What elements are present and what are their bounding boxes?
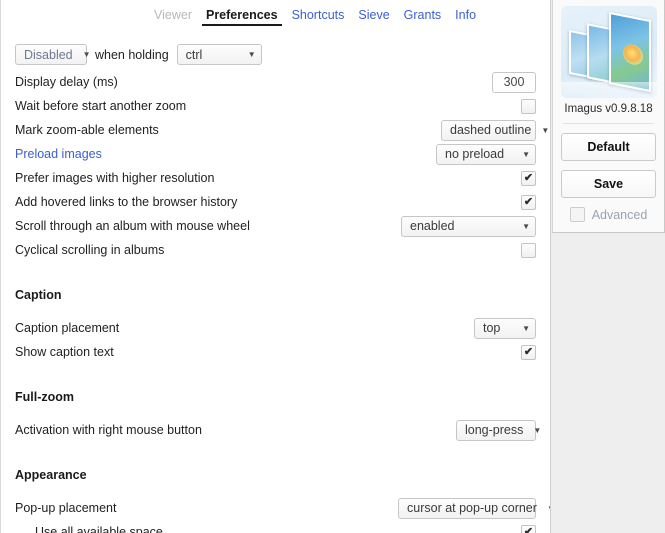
chevron-down-icon: ▼ [522, 221, 530, 231]
preload-images-link[interactable]: Preload images [15, 147, 436, 161]
advanced-toggle-row[interactable]: ✔ Advanced [561, 207, 656, 222]
logo-reflection [561, 82, 657, 98]
default-button[interactable]: Default [561, 133, 656, 161]
setting-label: Scroll through an album with mouse wheel [15, 219, 250, 233]
tab-shortcuts[interactable]: Shortcuts [285, 0, 352, 26]
setting-row-mark-zoomable: Mark zoom-able elements dashed outline ▼ [1, 118, 550, 142]
caption-placement-select[interactable]: top ▼ [474, 317, 536, 339]
preload-images-value: no preload [445, 147, 505, 161]
setting-control: ✔ [521, 98, 536, 114]
setting-control: enabled ▼ [401, 215, 536, 237]
sidebar-panel: Imagus v0.9.8.18 Default Save ✔ Advanced [552, 0, 665, 233]
wait-before-zoom-checkbox[interactable]: ✔ [521, 98, 536, 114]
setting-label: Mark zoom-able elements [15, 123, 159, 137]
popup-placement-select[interactable]: cursor at pop-up corner ▼ [398, 497, 550, 519]
setting-label: Add hovered links to the browser history [15, 195, 238, 209]
tab-info[interactable]: Info [448, 0, 483, 26]
mark-zoomable-value: dashed outline [450, 123, 532, 137]
imagus-logo-icon [561, 6, 657, 98]
setting-control: ✔ [521, 242, 536, 258]
modifier-key-value: ctrl [185, 47, 203, 62]
caption-placement-value: top [483, 321, 501, 335]
chevron-down-icon: ▼ [541, 125, 550, 135]
setting-row-rmb-activation: Activation with right mouse button long-… [1, 418, 550, 442]
setting-row-wait-before-zoom: Wait before start another zoom ✔ [1, 94, 550, 118]
setting-control: ✔ [521, 194, 536, 210]
section-header-full-zoom: Full-zoom [15, 390, 75, 404]
use-all-space-checkbox[interactable]: ✔ [521, 524, 536, 533]
album-scroll-select[interactable]: enabled ▼ [401, 215, 536, 237]
tab-bar: Viewer Preferences Shortcuts Sieve Grant… [1, 0, 550, 33]
advanced-label: Advanced [591, 207, 648, 222]
setting-row-popup-placement: Pop-up placement cursor at pop-up corner… [1, 496, 550, 520]
setting-row-use-all-space: Use all available space ✔ [1, 520, 550, 533]
setting-label: Pop-up placement [15, 501, 117, 515]
setting-label: Display delay (ms) [15, 75, 118, 89]
activation-mode-select[interactable]: Disabled ▼ [15, 44, 91, 65]
setting-row-prefer-higher-res: Prefer images with higher resolution ✔ [1, 166, 550, 190]
popup-placement-value: cursor at pop-up corner [407, 501, 537, 515]
setting-row-cyclical-scrolling: Cyclical scrolling in albums ✔ [1, 238, 550, 262]
setting-row-show-caption-text: Show caption text ✔ [1, 340, 550, 364]
advanced-checkbox[interactable]: ✔ [569, 207, 585, 222]
setting-label: Show caption text [15, 345, 114, 359]
setting-control: ✔ [521, 344, 536, 360]
chevron-down-icon: ▼ [533, 425, 542, 435]
tab-preferences[interactable]: Preferences [199, 0, 285, 26]
add-history-checkbox[interactable]: ✔ [521, 194, 536, 210]
setting-row-display-delay: Display delay (ms) 300 [1, 70, 550, 94]
activation-mode-row: Disabled ▼ when holding ctrl ▼ [15, 44, 262, 65]
rmb-activation-value: long-press [465, 423, 524, 437]
setting-label: Activation with right mouse button [15, 423, 202, 437]
app-window: Viewer Preferences Shortcuts Sieve Grant… [0, 0, 665, 533]
setting-label: Use all available space [35, 525, 163, 533]
when-holding-label: when holding [95, 47, 169, 62]
setting-label: Wait before start another zoom [15, 99, 187, 113]
activation-mode-value: Disabled [24, 47, 73, 62]
rmb-activation-select[interactable]: long-press ▼ [456, 419, 541, 441]
prefer-higher-res-checkbox[interactable]: ✔ [521, 170, 536, 186]
setting-control: top ▼ [474, 317, 536, 339]
cyclical-scrolling-checkbox[interactable]: ✔ [521, 242, 536, 258]
chevron-down-icon: ▼ [522, 323, 530, 333]
save-button[interactable]: Save [561, 170, 656, 198]
section-header-appearance: Appearance [15, 468, 87, 482]
display-delay-input[interactable]: 300 [492, 71, 536, 93]
setting-label: Prefer images with higher resolution [15, 171, 215, 185]
setting-control: ✔ [521, 170, 536, 186]
sidebar-divider [563, 123, 654, 124]
tab-viewer[interactable]: Viewer [147, 0, 199, 26]
show-caption-text-checkbox[interactable]: ✔ [521, 344, 536, 360]
setting-label: Caption placement [15, 321, 120, 335]
setting-row-caption-placement: Caption placement top ▼ [1, 316, 550, 340]
preload-images-select[interactable]: no preload ▼ [436, 143, 536, 165]
settings-list: Display delay (ms) 300 Wait before start… [1, 70, 550, 533]
setting-control: long-press ▼ [456, 419, 541, 441]
setting-control: ✔ [521, 524, 536, 533]
chevron-down-icon: ▼ [522, 149, 530, 159]
setting-control: dashed outline ▼ [441, 119, 549, 141]
tab-sieve[interactable]: Sieve [351, 0, 396, 26]
tab-grants[interactable]: Grants [397, 0, 449, 26]
logo-pane-front [609, 11, 651, 93]
modifier-key-select[interactable]: ctrl ▼ [176, 44, 262, 65]
album-scroll-value: enabled [410, 219, 455, 233]
setting-control: 300 [492, 71, 536, 93]
setting-control: no preload ▼ [436, 143, 536, 165]
mark-zoomable-select[interactable]: dashed outline ▼ [441, 119, 549, 141]
setting-row-album-scroll: Scroll through an album with mouse wheel… [1, 214, 550, 238]
chevron-down-icon: ▼ [82, 50, 91, 59]
preferences-panel: Viewer Preferences Shortcuts Sieve Grant… [0, 0, 551, 533]
setting-row-add-history: Add hovered links to the browser history… [1, 190, 550, 214]
chevron-down-icon: ▼ [247, 50, 256, 59]
chevron-down-icon: ▼ [547, 504, 550, 513]
setting-control: cursor at pop-up corner ▼ [398, 497, 550, 519]
version-label: Imagus v0.9.8.18 [564, 103, 653, 115]
setting-row-preload-images: Preload images no preload ▼ [1, 142, 550, 166]
section-header-caption: Caption [15, 288, 62, 302]
setting-label: Cyclical scrolling in albums [15, 243, 165, 257]
